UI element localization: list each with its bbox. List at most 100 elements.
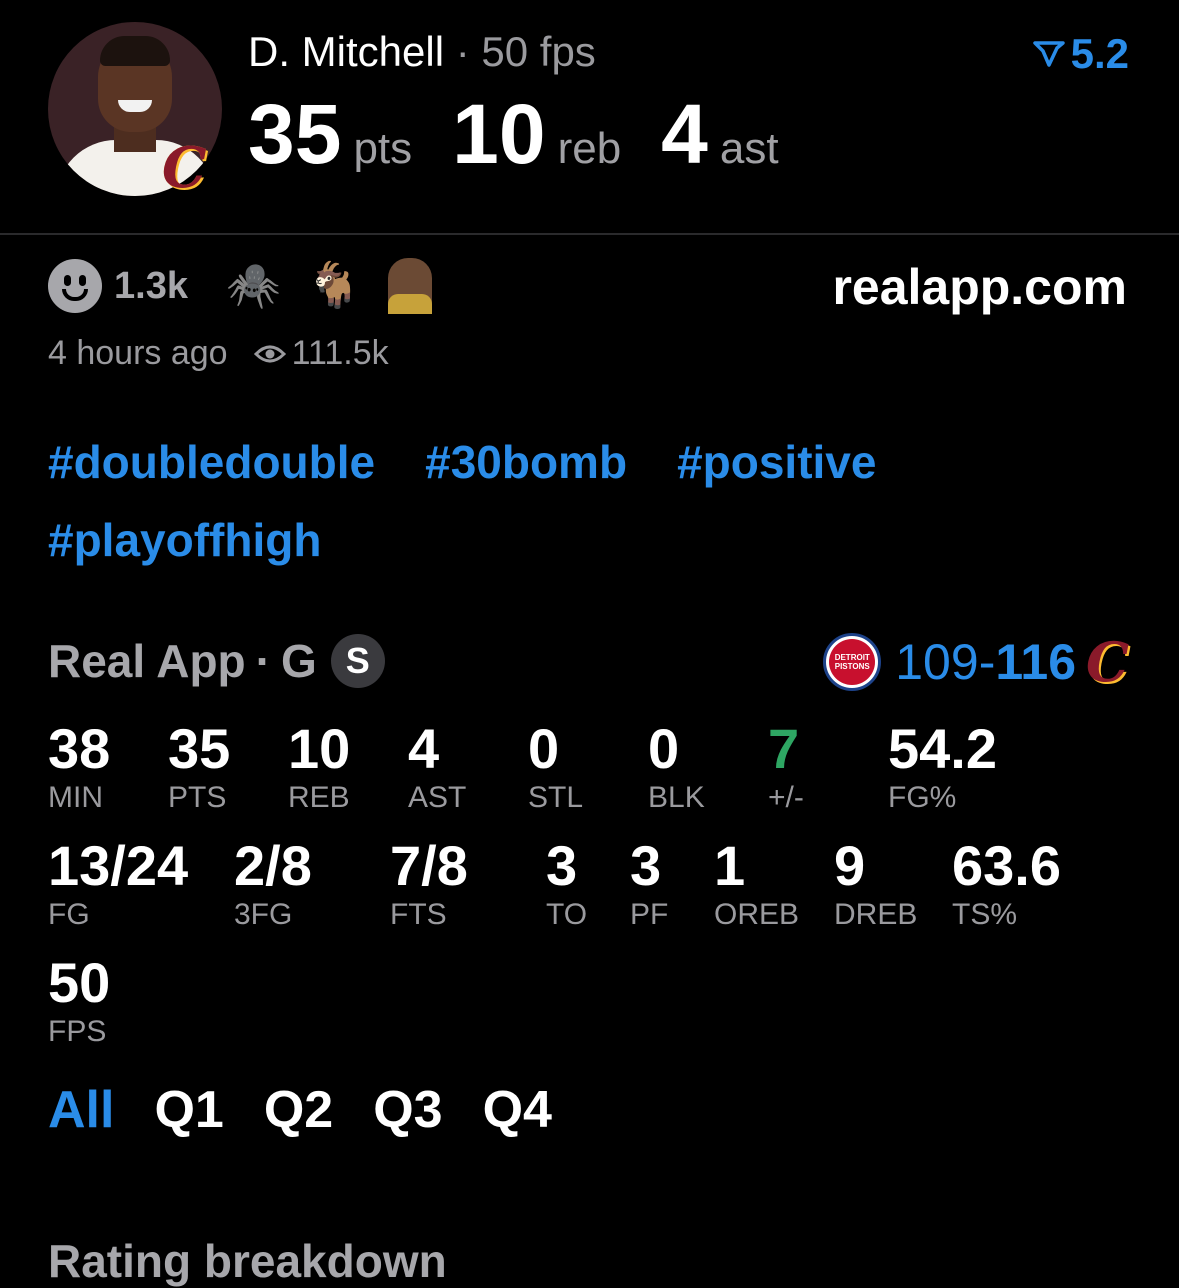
stat-value: 0 <box>528 717 560 780</box>
stat-value: 3 <box>630 834 662 897</box>
view-count: 111.5k <box>253 334 389 373</box>
hashtag-link[interactable]: #doubledouble <box>48 432 375 492</box>
stat-value: 63.6 <box>952 834 1061 897</box>
stat-min: 38 MIN <box>48 718 110 816</box>
source-separator: · <box>255 635 271 687</box>
home-score: 116 <box>995 634 1077 690</box>
stat-value: 2/8 <box>234 834 312 897</box>
section-title: Rating breakdown <box>48 1235 447 1287</box>
player-fps: 50 fps <box>481 28 596 75</box>
tab-q3[interactable]: Q3 <box>373 1080 442 1140</box>
post-detail: C D. Mitchell · 50 fps 5.2 35 pts 10 reb… <box>0 0 1179 1288</box>
stat-label: FG% <box>888 781 957 814</box>
player-reaction-icon[interactable] <box>387 258 432 314</box>
tab-all[interactable]: All <box>48 1080 114 1140</box>
starter-badge: S <box>330 634 385 688</box>
goat-emoji-icon[interactable]: 🐐 <box>307 256 362 316</box>
stat-value: 38 <box>48 717 111 780</box>
pistons-logo-icon: DETROIT PISTONS <box>823 633 882 691</box>
stat-pf: 3 PF <box>630 835 668 933</box>
stat-label: FPS <box>48 1015 107 1048</box>
stat-label: REB <box>288 781 350 814</box>
points-unit: pts <box>353 124 413 173</box>
reaction-smiley-icon[interactable] <box>48 259 102 313</box>
points-value: 35 <box>248 87 342 181</box>
quarter-tabs: All Q1 Q2 Q3 Q4 <box>48 1080 552 1140</box>
stat-label: MIN <box>48 781 103 814</box>
score-text: 109-116 <box>895 633 1076 691</box>
game-score[interactable]: DETROIT PISTONS 109-116 C <box>823 630 1129 694</box>
assists-value: 4 <box>661 87 708 181</box>
tab-q4[interactable]: Q4 <box>483 1080 552 1140</box>
rating-icon <box>1032 41 1065 67</box>
away-score: 109 <box>895 634 979 690</box>
stat-stl: 0 STL <box>528 718 583 816</box>
post-meta: 4 hours ago 111.5k <box>48 334 389 373</box>
stat-3fg: 2/8 3FG <box>234 835 312 933</box>
stat-label: STL <box>528 781 584 814</box>
stat-value: 10 <box>288 717 351 780</box>
stat-label: +/- <box>768 781 804 814</box>
stat-label: FG <box>48 898 90 931</box>
stat-to: 3 TO <box>546 835 587 933</box>
stat-value: 0 <box>648 717 680 780</box>
header-divider <box>0 233 1179 235</box>
spider-emoji-icon[interactable]: 🕷️ <box>226 256 281 316</box>
stat-value: 3 <box>546 834 578 897</box>
tab-q2[interactable]: Q2 <box>264 1080 333 1140</box>
stat-pts: 35 PTS <box>168 718 230 816</box>
reactions-row: 1.3k 🕷️ 🐐 <box>48 256 432 316</box>
cavaliers-logo-icon: C <box>162 135 207 201</box>
source-name: Real App <box>48 635 246 687</box>
stat-label: 3FG <box>234 898 293 931</box>
stat-label: DREB <box>834 898 918 931</box>
hashtag-link[interactable]: #30bomb <box>425 432 627 492</box>
player-position: G <box>280 635 317 687</box>
rebounds-value: 10 <box>452 87 546 181</box>
player-rating[interactable]: 5.2 <box>1032 30 1129 78</box>
stat-value: 1 <box>714 834 746 897</box>
player-name[interactable]: D. Mitchell <box>248 28 444 75</box>
hashtag-link[interactable]: #positive <box>677 432 876 492</box>
stat-ast: 4 AST <box>408 718 466 816</box>
stat-label: PTS <box>168 781 227 814</box>
score-dash: - <box>978 634 996 690</box>
stat-value: 4 <box>408 717 440 780</box>
stat-label: TO <box>546 898 588 931</box>
eye-icon <box>253 345 286 362</box>
stat-oreb: 1 OREB <box>714 835 799 933</box>
game-source: Real App · G S <box>48 634 385 688</box>
stat-value: 9 <box>834 834 866 897</box>
site-link[interactable]: realapp.com <box>832 258 1127 316</box>
stat-plus-minus: 7 +/- <box>768 718 804 816</box>
hashtag-link[interactable]: #playoffhigh <box>48 510 321 570</box>
stat-ts-pct: 63.6 TS% <box>952 835 1061 933</box>
player-name-line[interactable]: D. Mitchell · 50 fps <box>248 28 596 76</box>
rating-value: 5.2 <box>1070 30 1129 77</box>
stat-label: AST <box>408 781 467 814</box>
stat-fg: 13/24 FG <box>48 835 188 933</box>
stat-value: 54.2 <box>888 717 997 780</box>
stat-value: 7/8 <box>390 834 468 897</box>
stat-value: 50 <box>48 951 111 1014</box>
stat-label: PF <box>630 898 669 931</box>
stat-fts: 7/8 FTS <box>390 835 468 933</box>
time-ago: 4 hours ago <box>48 334 228 372</box>
stat-value: 35 <box>168 717 231 780</box>
stat-label: BLK <box>648 781 705 814</box>
tab-q1[interactable]: Q1 <box>154 1080 223 1140</box>
avatar-hair <box>100 36 170 66</box>
stat-label: TS% <box>952 898 1018 931</box>
headline-statline: 35 pts 10 reb 4 ast <box>248 86 819 182</box>
stat-fg-pct: 54.2 FG% <box>888 718 997 816</box>
stat-dreb: 9 DREB <box>834 835 917 933</box>
assists-unit: ast <box>719 124 779 173</box>
stat-fps: 50 FPS <box>48 952 110 1050</box>
stat-reb: 10 REB <box>288 718 350 816</box>
stat-label: OREB <box>714 898 800 931</box>
stat-value: 7 <box>768 717 800 780</box>
cavaliers-logo-icon: C <box>1086 630 1129 694</box>
hashtag-list: #doubledouble #30bomb #positive #playoff… <box>48 432 1128 570</box>
views-value: 111.5k <box>291 334 389 372</box>
reaction-count[interactable]: 1.3k <box>114 265 188 308</box>
